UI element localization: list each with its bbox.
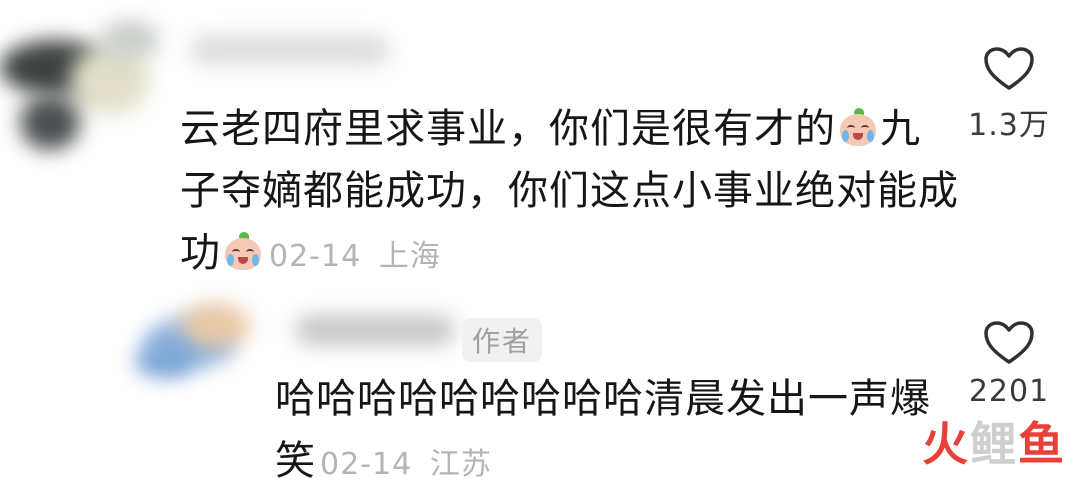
avatar-blur [180, 303, 250, 348]
crying-laughing-emoji-icon [223, 232, 263, 272]
commenter-username-blurred[interactable] [190, 30, 400, 72]
watermark-char: 鲤 [970, 417, 1018, 471]
author-avatar[interactable] [135, 288, 265, 388]
avatar-blur [20, 95, 80, 150]
author-badge: 作者 [462, 318, 543, 362]
comment-line: 哈哈哈哈哈哈哈哈哈清晨发出一声爆 [275, 368, 931, 430]
comment-line-text: 笑 [275, 438, 316, 484]
comment-text: 云老四府里求事业，你们是很有才的九 子夺嫡都能成功，你们这点小事业绝对能成 功 0… [180, 98, 959, 284]
avatar-blur [135, 343, 195, 378]
comment-date: 02-14 [320, 447, 413, 482]
reply-text: 哈哈哈哈哈哈哈哈哈清晨发出一声爆 笑 02-14 江苏 [275, 368, 931, 492]
avatar-blur [100, 20, 160, 60]
watermark-char: 鱼 [1018, 417, 1066, 471]
like-button[interactable]: 2201 [954, 320, 1064, 409]
heart-outline-icon [984, 321, 1034, 364]
crying-laughing-emoji-icon [838, 108, 878, 148]
comment-location: 上海 [378, 239, 441, 274]
comment-line-text: 云老四府里求事业，你们是很有才的 [180, 106, 836, 152]
heart-outline-icon [984, 47, 1034, 90]
username-blur [190, 35, 390, 65]
comment-line-text: 子夺嫡都能成功，你们这点小事业绝对能成 [180, 168, 959, 214]
comment-line-text: 功 [180, 230, 221, 276]
watermark-char: 火 [922, 417, 970, 471]
comment-line: 子夺嫡都能成功，你们这点小事业绝对能成 [180, 160, 959, 222]
comment-line: 云老四府里求事业，你们是很有才的九 [180, 98, 959, 160]
comment-line: 笑 02-14 江苏 [275, 430, 931, 492]
like-button[interactable]: 1.3万 [954, 46, 1064, 144]
comment-line-text: 九 [880, 106, 921, 152]
comment-location: 江苏 [429, 447, 492, 482]
comment-date: 02-14 [269, 239, 362, 274]
commenter-avatar[interactable] [0, 20, 170, 170]
like-count: 1.3万 [968, 108, 1050, 143]
author-username-blurred[interactable] [295, 310, 465, 355]
like-count: 2201 [968, 374, 1050, 409]
comment-line-text: 哈哈哈哈哈哈哈哈哈清晨发出一声爆 [275, 376, 931, 422]
comment-line: 功 02-14 上海 [180, 222, 959, 284]
watermark-logo: 火鲤鱼 [922, 408, 1066, 474]
username-blur [295, 315, 455, 345]
